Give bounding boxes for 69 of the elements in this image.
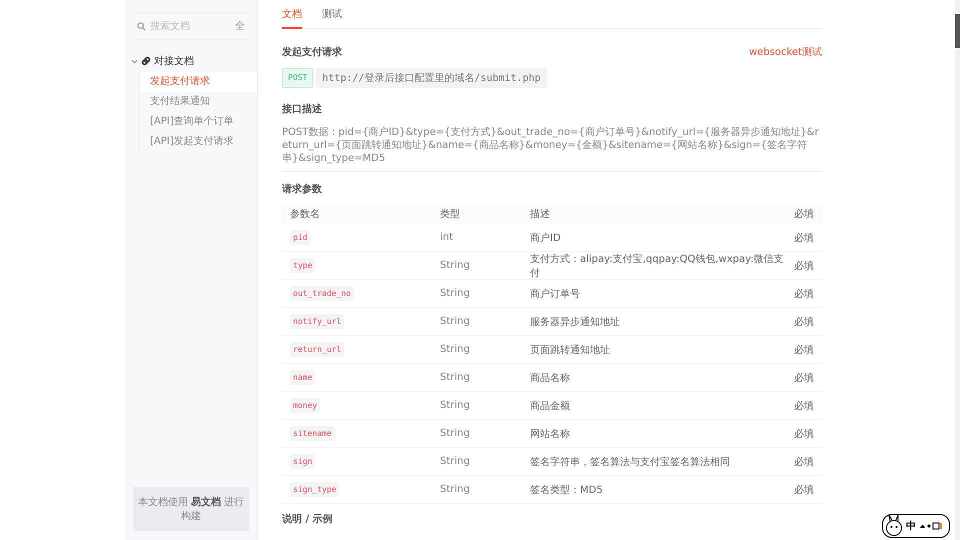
param-name: out_trade_no [290, 286, 354, 301]
section-title: 说明 / 示例 [282, 512, 334, 526]
param-name: pid [290, 230, 310, 245]
table-cell-text: 商品名称 [530, 372, 571, 384]
section-title: 发起支付请求 [282, 46, 342, 59]
mascot-drawing [885, 515, 903, 537]
table-cell-text: 必填 [793, 400, 814, 412]
param-name: notify_url [290, 314, 344, 329]
param-name: name [290, 370, 316, 385]
table-cell-text: 必填 [793, 372, 814, 384]
chevron-icon [131, 58, 138, 64]
column-header: 必填 [793, 208, 814, 221]
tab[interactable]: 文档 [282, 7, 302, 29]
table-cell-text: 网站名称 [530, 428, 571, 440]
language-indicator: 中 [906, 520, 916, 533]
websocket-test-link[interactable]: websocket测试 [748, 45, 822, 59]
table-cell-text: String [440, 260, 471, 271]
table-cell-text: 必填 [793, 232, 814, 244]
table-cell-text: 服务器异步通知地址 [530, 316, 621, 328]
table-cell-text: String [440, 400, 471, 411]
param-name: type [290, 258, 316, 273]
param-name: money [290, 398, 320, 413]
section-title: 请求参数 [282, 182, 323, 196]
expand-all-button[interactable]: 全 [235, 19, 245, 33]
table-cell-text: 商户ID [530, 232, 562, 244]
column-header: 描述 [530, 208, 551, 221]
table-cell-text: String [440, 428, 471, 439]
table-cell-text: 必填 [793, 456, 814, 468]
table-cell-text: 必填 [793, 484, 814, 496]
table-cell-text: 必填 [793, 260, 814, 272]
table-cell-text: String [440, 372, 471, 383]
sidebar-item[interactable]: 发起支付请求 [140, 72, 257, 92]
table-cell-text: String [440, 288, 471, 299]
tree-group[interactable]: 对接文档 [125, 52, 257, 70]
table-cell-text: 签名类型：MD5 [530, 484, 604, 496]
tab[interactable]: 测试 [322, 7, 342, 29]
description-text: POST数据：pid={商户ID}&type={支付方式}&out_trade_no={商户订单号}&notify_url={服务器异步通知地址}&return_url={页面跳转通知地址}&name={商品名称}&money={金额}&sitename={网站名称}&sign={签名字符串}&sign_type=MD5 [282, 126, 820, 165]
url-text: http://登录后接口配置里的域名/submit.php [316, 68, 547, 88]
table-cell-text: String [440, 316, 471, 327]
scrollbar-thumb[interactable] [955, 14, 960, 48]
table-cell-text: 商品金额 [530, 400, 571, 412]
footer-note: 本文档使用 易文档 进行构建 [133, 487, 249, 531]
param-name: sign_type [290, 482, 340, 497]
search-icon [137, 22, 146, 30]
link-icon [141, 56, 151, 66]
section-title: 接口描述 [282, 102, 323, 116]
param-name: return_url [290, 342, 344, 357]
sidebar-item[interactable]: [API]查询单个订单 [140, 112, 257, 132]
param-name: sign [290, 454, 316, 469]
table-cell-text: 必填 [793, 428, 814, 440]
table-cell-text: 签名字符串，签名算法与支付宝签名算法相同 [530, 456, 731, 468]
toolbar-icons-drawing [919, 522, 943, 530]
table-cell-text: String [440, 484, 471, 495]
column-header: 参数名 [290, 208, 321, 221]
table-cell-text: 商户订单号 [530, 288, 581, 300]
table-cell-text: 页面跳转通知地址 [530, 344, 611, 356]
table-cell-text: String [440, 456, 471, 467]
input-method-toolbar[interactable]: 中 [882, 514, 950, 538]
table-cell-text: 必填 [793, 316, 814, 328]
table-cell-text: 必填 [793, 344, 814, 356]
table-cell-text: 必填 [793, 288, 814, 300]
column-header: 类型 [440, 208, 461, 221]
table-cell-text: 支付方式：alipay:支付宝,qqpay:QQ钱包,wxpay:微信支付 [530, 252, 784, 280]
table-cell-text: int [440, 232, 454, 243]
param-name: sitename [290, 426, 335, 441]
sidebar-item[interactable]: 支付结果通知 [140, 92, 257, 112]
sidebar-item[interactable]: [API]发起支付请求 [140, 132, 257, 152]
table-cell-text: String [440, 344, 471, 355]
method-tag: POST [282, 68, 314, 88]
